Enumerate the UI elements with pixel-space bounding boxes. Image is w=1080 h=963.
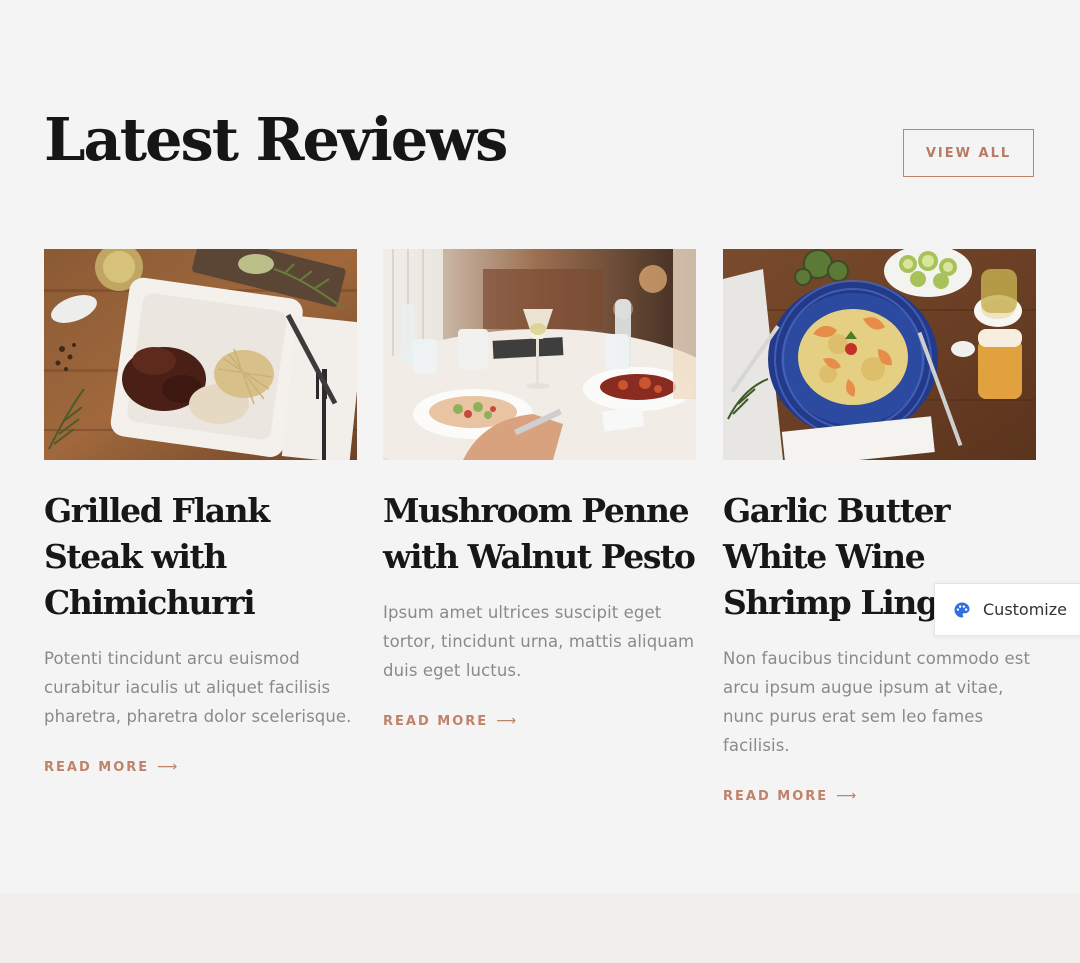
read-more-label: READ MORE: [44, 759, 150, 775]
review-excerpt: Ipsum amet ultrices suscipit eget tortor…: [383, 603, 695, 680]
customize-button[interactable]: Customize: [934, 583, 1080, 636]
arrow-right-icon: ⟶: [157, 759, 178, 775]
review-excerpt: Non faucibus tincidunt commodo est arcu …: [723, 649, 1031, 755]
read-more-label: READ MORE: [383, 713, 489, 729]
next-section-band: [0, 893, 1080, 963]
steak-plate-image: [44, 249, 357, 460]
read-more-label: READ MORE: [723, 788, 829, 804]
review-image-steak[interactable]: [44, 249, 357, 460]
arrow-right-icon: ⟶: [496, 713, 517, 729]
read-more-link[interactable]: READ MORE ⟶: [44, 759, 177, 775]
review-image-restaurant[interactable]: [383, 249, 696, 460]
read-more-link[interactable]: READ MORE ⟶: [723, 788, 856, 804]
section-title: Latest Reviews: [44, 105, 508, 174]
read-more-link[interactable]: READ MORE ⟶: [383, 713, 516, 729]
customize-label: Customize: [983, 600, 1067, 619]
review-card: Mushroom Penne with Walnut Pesto Ipsum a…: [383, 249, 696, 730]
review-excerpt: Potenti tincidunt arcu euismod curabitur…: [44, 649, 352, 726]
arrow-right-icon: ⟶: [836, 788, 857, 804]
review-image-shrimp[interactable]: [723, 249, 1036, 460]
review-title[interactable]: Grilled Flank Steak with Chimichurri: [44, 488, 357, 626]
restaurant-table-image: [383, 249, 696, 460]
palette-icon: [954, 602, 970, 617]
page: Latest Reviews VIEW ALL Grilled Flank St…: [0, 0, 1080, 963]
review-card: Grilled Flank Steak with Chimichurri Pot…: [44, 249, 357, 776]
shrimp-linguine-image: [723, 249, 1036, 460]
view-all-button[interactable]: VIEW ALL: [903, 129, 1034, 177]
review-card: Garlic Butter White Wine Shrimp Linguine…: [723, 249, 1036, 805]
review-title[interactable]: Mushroom Penne with Walnut Pesto: [383, 488, 696, 580]
